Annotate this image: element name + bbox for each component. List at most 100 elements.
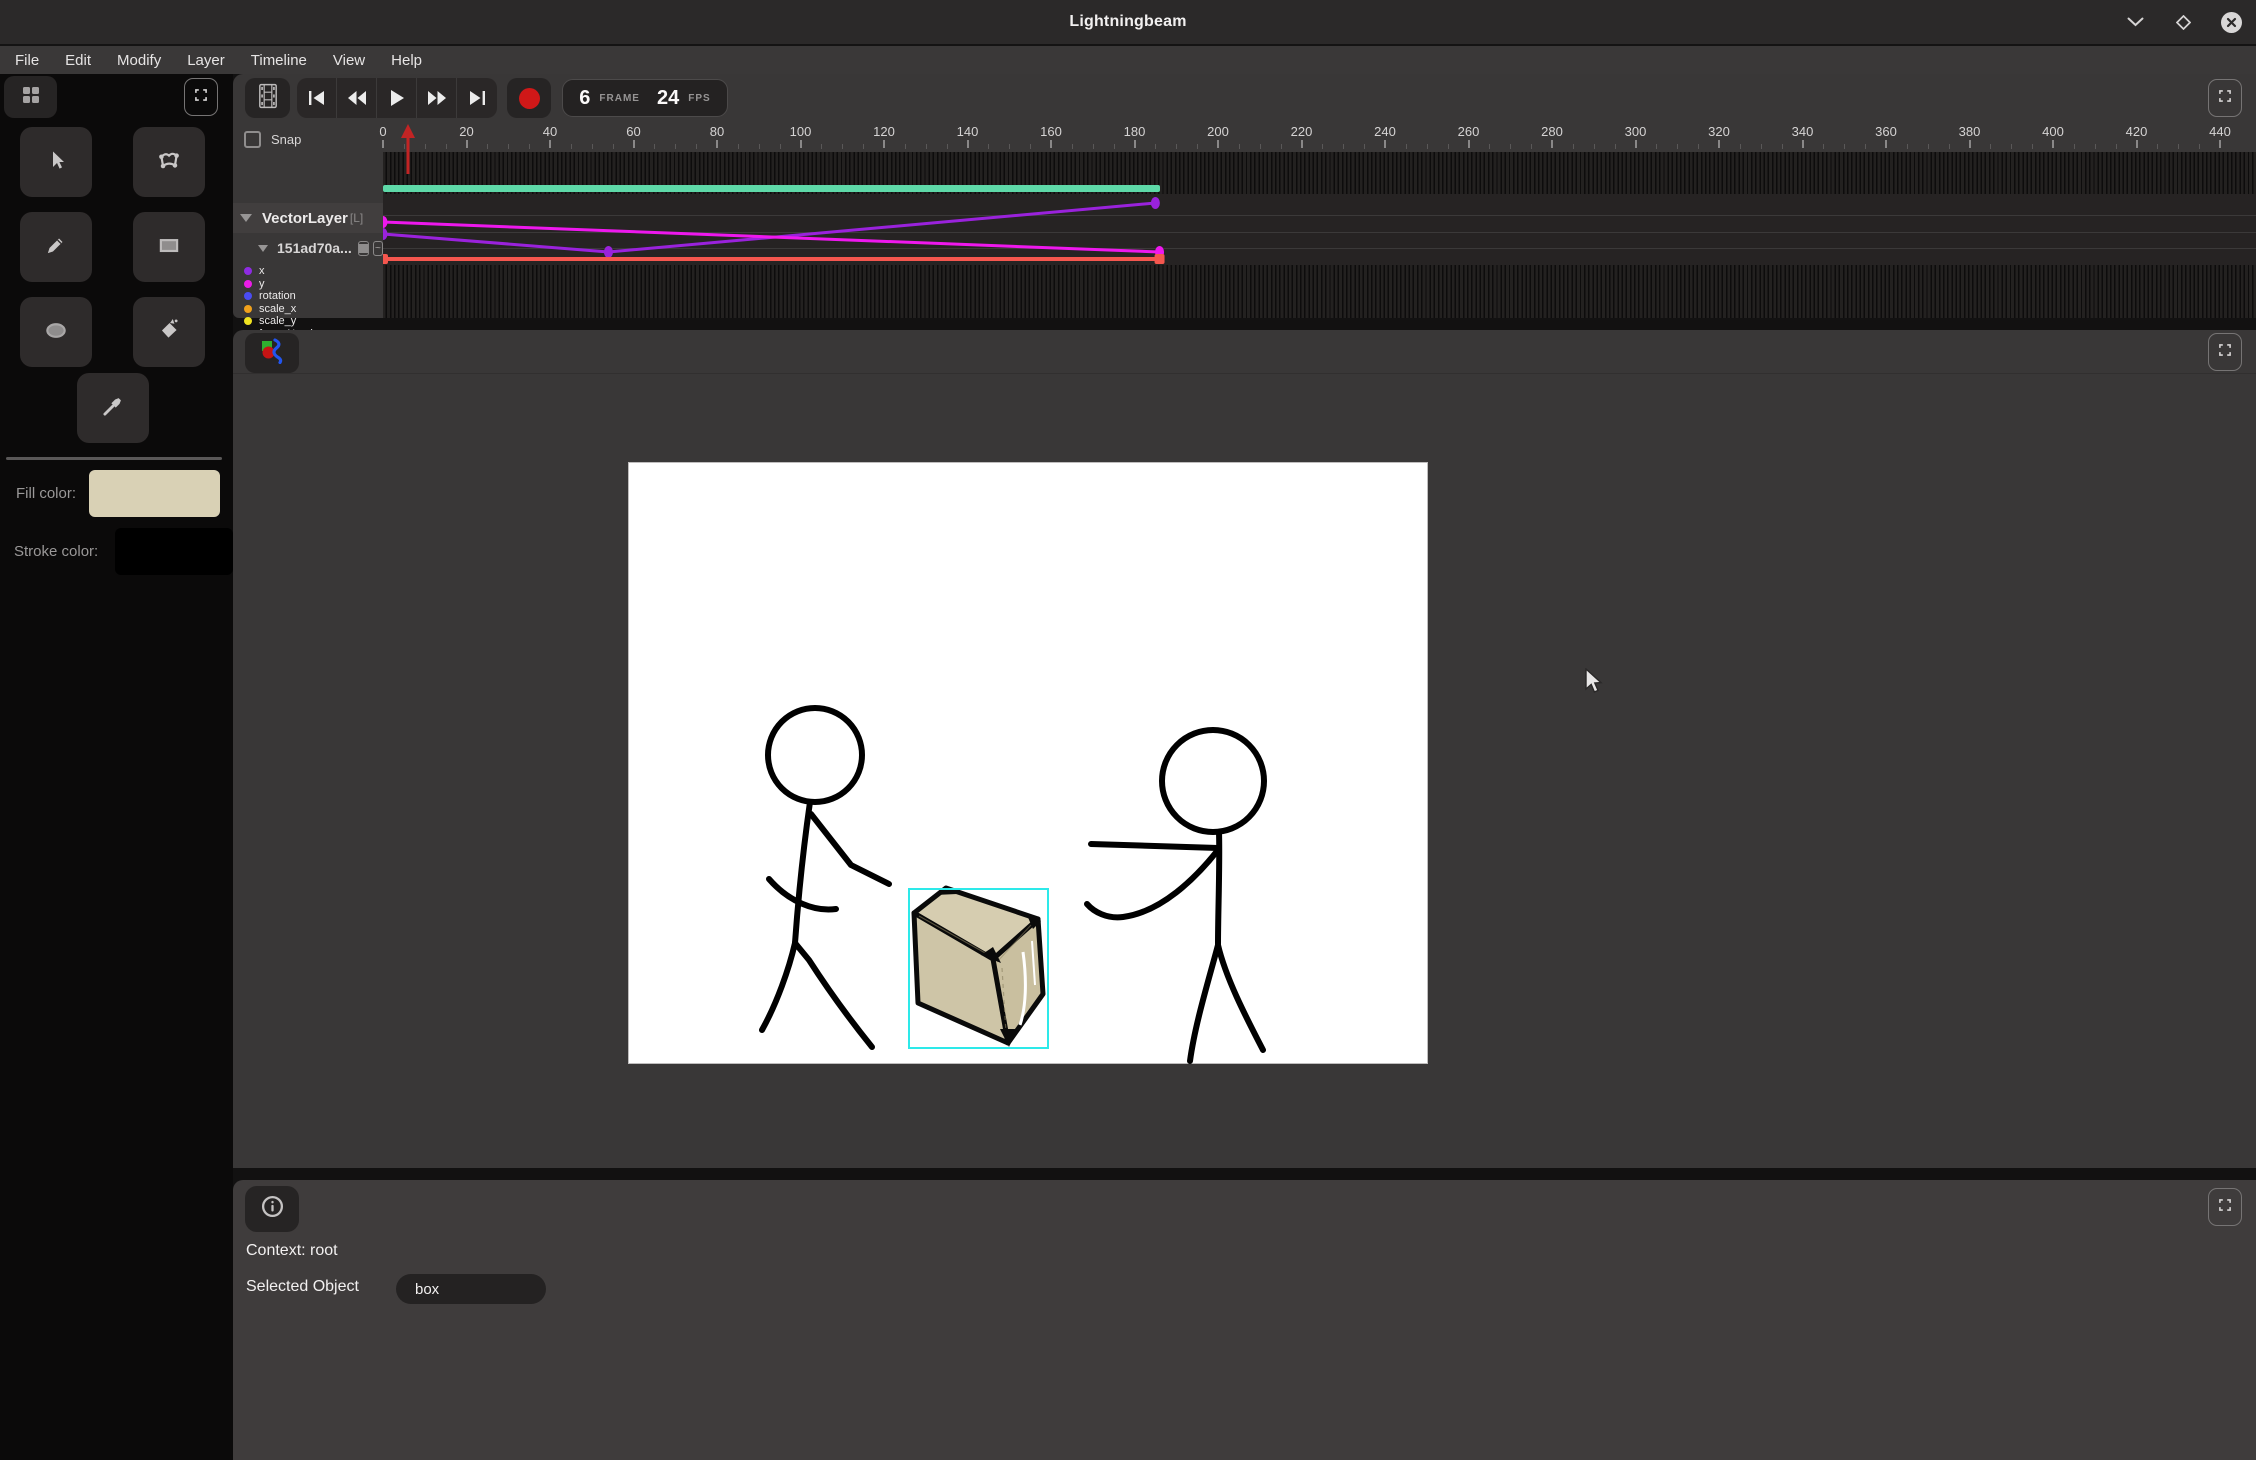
property-row-scale_x[interactable]: scale_x xyxy=(233,303,383,315)
ruler-tick-major xyxy=(2052,140,2054,148)
menu-file[interactable]: File xyxy=(2,52,52,69)
inspector-expand-button[interactable] xyxy=(2208,1188,2242,1226)
collapse-triangle-icon[interactable] xyxy=(240,214,252,222)
ruler-tick-minor xyxy=(905,144,906,149)
menu-layer[interactable]: Layer xyxy=(174,52,238,69)
layer-swatch-button[interactable] xyxy=(358,241,369,256)
menu-help[interactable]: Help xyxy=(378,52,435,69)
ruler-tick-major xyxy=(633,140,635,148)
ruler-tick-major xyxy=(1384,140,1386,148)
rectangle-tool-button[interactable] xyxy=(133,212,205,282)
ruler-tick-minor xyxy=(404,144,405,149)
eyedropper-holder xyxy=(77,373,149,443)
skip-to-start-button[interactable] xyxy=(297,78,337,118)
property-color-dot xyxy=(244,267,252,275)
fps-label: FPS xyxy=(688,93,710,104)
record-icon xyxy=(519,88,540,109)
info-tab-button[interactable] xyxy=(245,1186,299,1232)
ruler-tick-minor xyxy=(1531,144,1532,149)
collapse-triangle-icon[interactable] xyxy=(258,245,268,252)
playhead-line[interactable] xyxy=(407,137,410,174)
menu-modify[interactable]: Modify xyxy=(104,52,174,69)
ruler-label-120: 120 xyxy=(873,124,895,139)
frame-value[interactable]: 6 xyxy=(579,87,590,110)
keyframe-x[interactable] xyxy=(383,228,388,240)
ruler-label-380: 380 xyxy=(1959,124,1981,139)
property-color-dot xyxy=(244,305,252,313)
ruler-tick-major xyxy=(1718,140,1720,148)
ruler-tick-major xyxy=(2219,140,2221,148)
ruler-tick-minor xyxy=(1761,144,1762,149)
frame-counter[interactable]: 6 FRAME 24 FPS xyxy=(562,79,728,117)
animation-curves[interactable] xyxy=(383,152,2256,318)
keyframe-y[interactable] xyxy=(383,216,388,228)
layer-tilde-button[interactable]: ~ xyxy=(373,241,383,256)
ruler-tick-minor xyxy=(2095,144,2096,149)
menu-view[interactable]: View xyxy=(320,52,378,69)
eyedropper-tool-button[interactable] xyxy=(77,373,149,443)
pencil-tool-button[interactable] xyxy=(20,212,92,282)
ruler-tick-minor xyxy=(1009,144,1010,149)
fill-color-swatch[interactable] xyxy=(89,470,220,517)
tabbar-divider xyxy=(233,373,2256,374)
keyframe-x[interactable] xyxy=(604,246,613,258)
record-button[interactable] xyxy=(507,78,551,118)
layer-row-object[interactable]: 151ad70a... ~ xyxy=(233,233,383,263)
transform-tool-button[interactable] xyxy=(133,127,205,197)
box-object[interactable] xyxy=(914,886,1043,1047)
keyframe-x[interactable] xyxy=(1151,197,1160,209)
keyframe-frameNumber[interactable] xyxy=(1155,254,1165,264)
property-row-y[interactable]: y xyxy=(233,278,383,290)
drawing-stage[interactable] xyxy=(628,462,1428,1064)
selected-object-dropdown[interactable]: box xyxy=(396,1274,546,1304)
play-button[interactable] xyxy=(377,78,417,118)
timeline-ruler[interactable]: 0204060801001201401601802002202402602803… xyxy=(383,122,2256,152)
select-tool-button[interactable] xyxy=(20,127,92,197)
ruler-tick-minor xyxy=(1990,144,1991,149)
ruler-tick-minor xyxy=(863,144,864,149)
panel-grid-button[interactable] xyxy=(4,76,57,118)
swatch-square-icon xyxy=(359,244,368,253)
canvas-expand-button[interactable] xyxy=(2208,333,2242,371)
property-row-x[interactable]: x xyxy=(233,265,383,277)
fps-value[interactable]: 24 xyxy=(657,87,679,110)
selected-object-row: Selected Object box xyxy=(246,1278,359,1296)
ruler-tick-minor xyxy=(1364,144,1365,149)
sidebar-expand-button[interactable] xyxy=(184,78,218,116)
close-icon[interactable] xyxy=(2220,11,2242,33)
transport-controls xyxy=(297,78,497,118)
ruler-tick-minor xyxy=(613,144,614,149)
ruler-tick-minor xyxy=(1239,144,1240,149)
timeline-tracks[interactable] xyxy=(383,152,2256,318)
stroke-color-swatch[interactable] xyxy=(115,528,233,575)
tool-grid xyxy=(20,127,205,367)
menu-edit[interactable]: Edit xyxy=(52,52,104,69)
ruler-label-260: 260 xyxy=(1458,124,1480,139)
layer-row-vectorlayer[interactable]: VectorLayer [L] xyxy=(233,203,383,233)
object-layer-name: 151ad70a... xyxy=(277,240,352,256)
film-button[interactable] xyxy=(245,78,290,118)
minimize-chevron-icon[interactable] xyxy=(2124,11,2146,33)
snap-checkbox[interactable] xyxy=(244,131,261,148)
stick-figure-right[interactable] xyxy=(1087,730,1264,1061)
keyframe-frameNumber[interactable] xyxy=(383,254,388,264)
ruler-tick-minor xyxy=(1865,144,1866,149)
ruler-tick-major xyxy=(883,140,885,148)
menu-timeline[interactable]: Timeline xyxy=(238,52,320,69)
scene-tab-button[interactable] xyxy=(245,333,299,373)
property-row-scale_y[interactable]: scale_y xyxy=(233,315,383,327)
playhead-icon[interactable] xyxy=(401,124,415,138)
ruler-tick-minor xyxy=(1093,144,1094,149)
shapes-icon xyxy=(259,338,285,369)
timeline-expand-button[interactable] xyxy=(2208,79,2242,117)
fast-forward-button[interactable] xyxy=(417,78,457,118)
rewind-button[interactable] xyxy=(337,78,377,118)
maximize-diamond-icon[interactable] xyxy=(2172,11,2194,33)
stick-figure-left[interactable] xyxy=(762,708,889,1047)
ellipse-tool-button[interactable] xyxy=(20,297,92,367)
property-row-rotation[interactable]: rotation xyxy=(233,290,383,302)
paint-bucket-tool-button[interactable] xyxy=(133,297,205,367)
curve-y[interactable] xyxy=(383,222,1160,252)
ruler-label-80: 80 xyxy=(710,124,724,139)
skip-to-end-button[interactable] xyxy=(457,78,497,118)
